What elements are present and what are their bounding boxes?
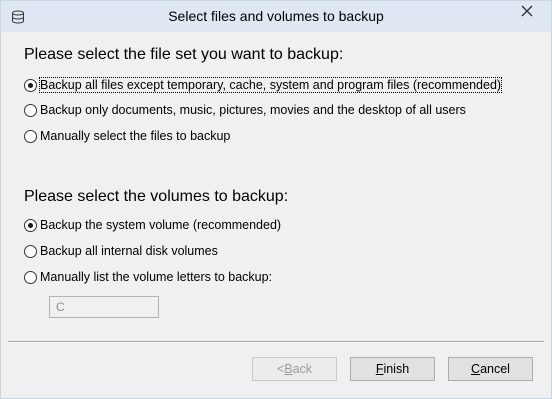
volumes-heading: Please select the volumes to backup: bbox=[24, 188, 289, 205]
volume-letters-input[interactable] bbox=[49, 296, 159, 318]
cancel-label-rest: ancel bbox=[480, 362, 510, 376]
radio-label[interactable]: Backup the system volume (recommended) bbox=[40, 218, 281, 232]
radio-unselected-icon[interactable] bbox=[24, 270, 37, 284]
volume-option-all-internal[interactable]: Backup all internal disk volumes bbox=[24, 242, 218, 260]
finish-label-rest: inish bbox=[383, 362, 410, 376]
back-button[interactable]: < Back bbox=[252, 357, 337, 381]
radio-unselected-icon[interactable] bbox=[24, 244, 37, 258]
finish-button[interactable]: Finish bbox=[350, 357, 435, 381]
fileset-heading: Please select the file set you want to b… bbox=[24, 46, 344, 63]
radio-label[interactable]: Backup all files except temporary, cache… bbox=[38, 77, 503, 93]
backup-dialog: Select files and volumes to backup Pleas… bbox=[0, 0, 552, 399]
radio-unselected-icon[interactable] bbox=[24, 129, 37, 143]
fileset-option-recommended[interactable]: Backup all files except temporary, cache… bbox=[24, 76, 503, 94]
window-title: Select files and volumes to backup bbox=[168, 8, 384, 24]
fileset-option-manual[interactable]: Manually select the files to backup bbox=[24, 127, 230, 145]
back-arrow: < bbox=[276, 362, 285, 376]
radio-label[interactable]: Backup only documents, music, pictures, … bbox=[40, 103, 466, 117]
volume-option-system[interactable]: Backup the system volume (recommended) bbox=[24, 216, 281, 234]
radio-label[interactable]: Backup all internal disk volumes bbox=[40, 244, 218, 258]
radio-selected-icon[interactable] bbox=[24, 78, 37, 92]
radio-selected-icon[interactable] bbox=[24, 218, 37, 232]
close-icon bbox=[521, 5, 533, 20]
volume-option-manual[interactable]: Manually list the volume letters to back… bbox=[24, 268, 272, 286]
close-button[interactable] bbox=[510, 2, 543, 22]
cancel-mnemonic: C bbox=[471, 362, 481, 376]
dialog-body: Please select the file set you want to b… bbox=[8, 32, 544, 393]
radio-label[interactable]: Manually list the volume letters to back… bbox=[40, 270, 272, 284]
cancel-button[interactable]: Cancel bbox=[448, 357, 533, 381]
fileset-option-documents[interactable]: Backup only documents, music, pictures, … bbox=[24, 101, 466, 119]
title-bar[interactable]: Select files and volumes to backup bbox=[1, 1, 551, 32]
back-mnemonic: B bbox=[284, 362, 293, 376]
radio-unselected-icon[interactable] bbox=[24, 103, 37, 117]
divider bbox=[8, 341, 544, 343]
back-label-rest: ack bbox=[292, 362, 313, 376]
finish-mnemonic: F bbox=[375, 362, 384, 376]
radio-label[interactable]: Manually select the files to backup bbox=[40, 129, 230, 143]
